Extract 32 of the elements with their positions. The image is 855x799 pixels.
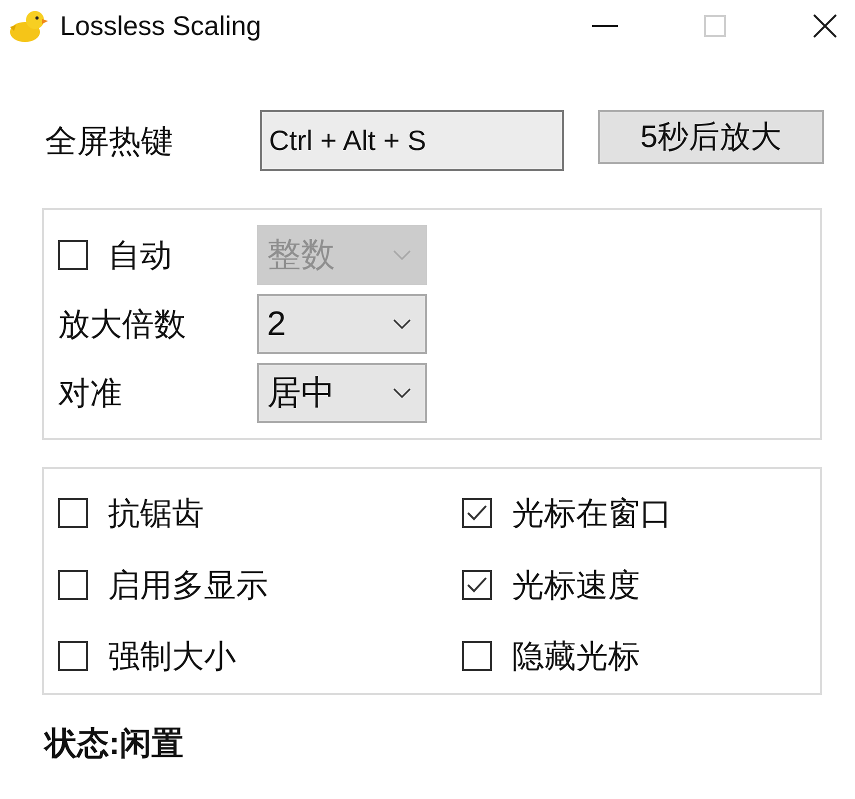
checkmark-icon bbox=[467, 576, 487, 593]
duck-icon bbox=[8, 9, 48, 43]
checkbox[interactable] bbox=[462, 498, 492, 528]
chevron-down-icon bbox=[393, 388, 411, 398]
dropdown[interactable]: 2 bbox=[257, 294, 427, 354]
checkbox-label: 抗锯齿 bbox=[108, 494, 204, 533]
checkbox[interactable] bbox=[58, 641, 88, 672]
dropdown[interactable]: 居中 bbox=[257, 363, 427, 423]
checkbox-label: 强制大小 bbox=[108, 637, 236, 676]
field-label: 放大倍数 bbox=[58, 306, 186, 342]
maximize-icon bbox=[704, 15, 726, 37]
chevron-down-icon bbox=[393, 319, 411, 329]
field-label: 对准 bbox=[58, 375, 122, 411]
chevron-down-icon bbox=[393, 250, 411, 260]
checkbox-label: 隐藏光标 bbox=[512, 637, 640, 676]
hotkey-field[interactable]: Ctrl + Alt + S bbox=[260, 110, 564, 171]
checkbox[interactable] bbox=[462, 641, 492, 672]
status-text: 状态:闲置 bbox=[45, 725, 184, 761]
checkbox[interactable] bbox=[462, 570, 492, 600]
checkbox[interactable] bbox=[58, 498, 88, 528]
checkbox-label: 光标速度 bbox=[512, 566, 640, 605]
window-title: Lossless Scaling bbox=[60, 10, 262, 43]
checkmark-icon bbox=[467, 505, 487, 521]
minimize-icon bbox=[592, 25, 618, 27]
checkbox-label: 光标在窗口 bbox=[512, 494, 672, 533]
checkbox-label: 启用多显示 bbox=[108, 566, 268, 605]
delay-zoom-button[interactable]: 5秒后放大 bbox=[598, 110, 824, 164]
checkbox[interactable] bbox=[58, 240, 88, 270]
close-icon bbox=[813, 14, 837, 38]
checkbox[interactable] bbox=[58, 570, 88, 600]
checkbox-label: 自动 bbox=[108, 236, 172, 275]
hotkey-label: 全屏热键 bbox=[45, 122, 173, 161]
